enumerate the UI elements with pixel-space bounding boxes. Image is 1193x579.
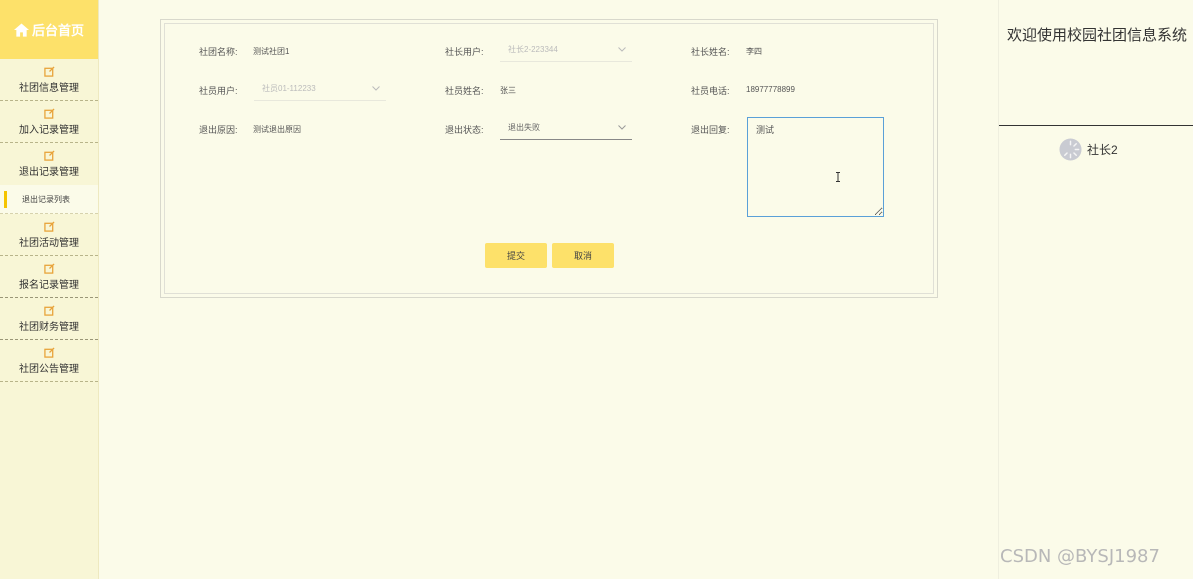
sidebar-item-label: 社团活动管理 bbox=[19, 237, 79, 249]
submenu-exit-record-list[interactable]: 退出记录列表 bbox=[0, 185, 98, 214]
sidebar: 后台首页 社团信息管理 加入记录管理 退出记录管理 退出记录列表 社团活动管理 … bbox=[0, 0, 99, 579]
submenu-label: 退出记录列表 bbox=[22, 194, 70, 204]
watermark: CSDN @BYSJ1987 bbox=[1000, 546, 1160, 567]
sidebar-item-label: 退出记录管理 bbox=[19, 167, 79, 178]
sidebar-item-exit-records[interactable]: 退出记录管理 bbox=[0, 143, 98, 185]
exit-status-select[interactable]: 退出失败 bbox=[500, 116, 632, 140]
edit-icon bbox=[43, 107, 55, 119]
president-user-select[interactable]: 社长2-223344 bbox=[500, 38, 632, 62]
club-name-label: 社团名称: bbox=[199, 47, 238, 57]
username: 社长2 bbox=[1087, 143, 1118, 157]
edit-icon bbox=[43, 150, 55, 161]
member-name-value: 张三 bbox=[500, 86, 516, 95]
chevron-down-icon bbox=[372, 86, 380, 91]
loading-avatar-icon bbox=[1059, 138, 1082, 161]
submit-button[interactable]: 提交 bbox=[485, 243, 547, 268]
right-panel: 欢迎使用校园社团信息系统 社长2 bbox=[998, 0, 1193, 579]
cancel-button[interactable]: 取消 bbox=[552, 243, 614, 268]
club-name-value: 测试社团1 bbox=[253, 47, 290, 56]
exit-record-form-panel: 社团名称: 测试社团1 社长用户: 社长2-223344 社长姓名: 李四 社员… bbox=[160, 19, 938, 298]
president-name-value: 李四 bbox=[746, 47, 762, 56]
member-user-label: 社员用户: bbox=[199, 86, 238, 96]
sidebar-item-signup-records[interactable]: 报名记录管理 bbox=[0, 256, 98, 298]
text-cursor-icon bbox=[836, 172, 840, 182]
exit-reply-label: 退出回复: bbox=[691, 125, 730, 135]
exit-status-value: 退出失败 bbox=[508, 123, 540, 132]
sidebar-item-label: 加入记录管理 bbox=[19, 124, 79, 136]
sidebar-item-label: 社团信息管理 bbox=[19, 82, 79, 94]
member-user-value: 社员01-112233 bbox=[262, 84, 316, 93]
exit-reply-textarea[interactable]: 测试 bbox=[747, 117, 884, 217]
member-phone-value: 18977778899 bbox=[746, 85, 795, 94]
chevron-down-icon bbox=[618, 125, 626, 130]
divider bbox=[999, 125, 1193, 126]
sidebar-item-club-info[interactable]: 社团信息管理 bbox=[0, 59, 98, 101]
exit-reason-label: 退出原因: bbox=[199, 125, 238, 135]
sidebar-item-join-records[interactable]: 加入记录管理 bbox=[0, 101, 98, 143]
member-name-label: 社员姓名: bbox=[445, 86, 484, 96]
president-name-label: 社长姓名: bbox=[691, 47, 730, 57]
user-info[interactable]: 社长2 bbox=[1059, 138, 1118, 161]
edit-icon bbox=[43, 262, 55, 274]
president-user-label: 社长用户: bbox=[445, 47, 484, 57]
home-icon bbox=[13, 22, 29, 37]
exit-record-form: 社团名称: 测试社团1 社长用户: 社长2-223344 社长姓名: 李四 社员… bbox=[164, 23, 934, 294]
member-user-select[interactable]: 社员01-112233 bbox=[254, 77, 386, 101]
exit-reason-value: 测试退出原因 bbox=[253, 125, 301, 134]
chevron-down-icon bbox=[618, 47, 626, 52]
sidebar-item-club-finance[interactable]: 社团财务管理 bbox=[0, 298, 98, 340]
edit-icon bbox=[43, 65, 55, 77]
edit-icon bbox=[43, 346, 55, 358]
home-link[interactable]: 后台首页 bbox=[0, 0, 98, 59]
sidebar-item-club-activities[interactable]: 社团活动管理 bbox=[0, 214, 98, 256]
sidebar-item-label: 社团财务管理 bbox=[19, 321, 79, 333]
member-phone-label: 社员电话: bbox=[691, 86, 730, 96]
sidebar-item-club-notices[interactable]: 社团公告管理 bbox=[0, 340, 98, 382]
edit-icon bbox=[43, 220, 55, 232]
sidebar-item-label: 报名记录管理 bbox=[19, 279, 79, 291]
president-user-value: 社长2-223344 bbox=[508, 45, 558, 54]
edit-icon bbox=[43, 304, 55, 316]
welcome-title: 欢迎使用校园社团信息系统 bbox=[1007, 27, 1188, 44]
sidebar-item-label: 社团公告管理 bbox=[19, 363, 79, 375]
exit-status-label: 退出状态: bbox=[445, 125, 484, 135]
home-label: 后台首页 bbox=[31, 23, 84, 38]
